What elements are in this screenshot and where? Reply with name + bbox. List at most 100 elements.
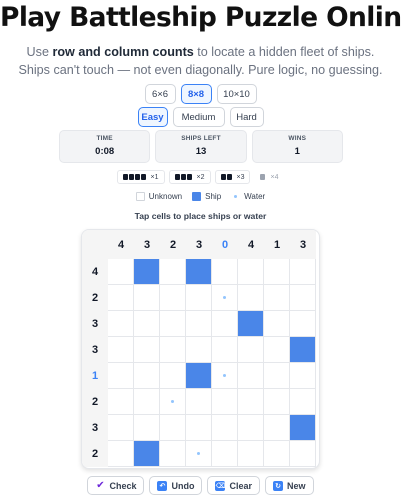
board-cell-unknown[interactable] [108,415,134,441]
board-cell-unknown[interactable] [238,441,264,467]
page-subtitle: Use row and column counts to locate a hi… [14,43,387,79]
water-dot-icon [231,192,241,201]
column-clue: 0 [212,230,238,259]
difficulty-medium-button[interactable]: Medium [172,107,225,127]
stat-wins: WINS 1 [251,130,343,163]
board-cell-unknown[interactable] [290,311,316,337]
board-cell-unknown[interactable] [264,259,290,285]
stat-time-value: 0:08 [95,146,115,157]
board-cell-ship[interactable] [290,337,316,363]
board-cell-unknown[interactable] [290,441,316,467]
board-cell-unknown[interactable] [264,337,290,363]
board-cell-unknown[interactable] [264,285,290,311]
ship-segment-icon [122,174,128,180]
board-cell-unknown[interactable] [186,337,212,363]
stat-ships-value: 13 [195,146,207,157]
board-cell-water[interactable] [160,389,186,415]
board-cell-unknown[interactable] [290,389,316,415]
column-clue: 3 [290,230,316,259]
board-cell-ship[interactable] [134,441,160,467]
row-clue: 2 [82,285,108,311]
board-cell-unknown[interactable] [186,389,212,415]
stat-ships-label: SHIPS LEFT [181,135,221,142]
board-cell-unknown[interactable] [290,285,316,311]
board-corner [82,230,108,259]
board-cell-unknown[interactable] [212,415,238,441]
board-cell-unknown[interactable] [134,285,160,311]
board-cell-unknown[interactable] [186,311,212,337]
board-cell-unknown[interactable] [160,441,186,467]
difficulty-selector: Easy Medium Hard [0,107,401,127]
board-cell-unknown[interactable] [264,389,290,415]
board-cell-unknown[interactable] [212,259,238,285]
legend-water-label: Water [244,192,266,201]
board-cell-unknown[interactable] [238,363,264,389]
board-cell-unknown[interactable] [160,337,186,363]
board-cell-unknown[interactable] [238,285,264,311]
legend-unknown-label: Unknown [148,192,183,201]
board-cell-unknown[interactable] [134,363,160,389]
column-clue: 3 [134,230,160,259]
unknown-swatch-icon [135,192,145,201]
board-cell-unknown[interactable] [264,441,290,467]
board-cell-unknown[interactable] [186,285,212,311]
board-cell-unknown[interactable] [264,363,290,389]
board-cell-unknown[interactable] [134,389,160,415]
board-cell-unknown[interactable] [108,389,134,415]
board-cell-unknown[interactable] [186,415,212,441]
board-cell-ship[interactable] [290,415,316,441]
column-clue: 4 [108,230,134,259]
fleet-count: ×1 [150,173,159,181]
board-cell-unknown[interactable] [264,415,290,441]
board-cell-unknown[interactable] [264,311,290,337]
legend-water: Water [231,192,265,201]
board-cell-unknown[interactable] [290,259,316,285]
board-cell-unknown[interactable] [108,337,134,363]
board-cell-unknown[interactable] [238,415,264,441]
board-hint: Tap cells to place ships or water [134,211,267,221]
board-cell-ship[interactable] [186,363,212,389]
fleet-tracker: ×1 ×2 ×3 ×4 [0,170,401,184]
board-cell-unknown[interactable] [134,311,160,337]
board-cell-unknown[interactable] [108,441,134,467]
check-button[interactable]: ✔ Check [87,476,145,495]
board-cell-ship[interactable] [238,311,264,337]
board-cell-ship[interactable] [186,259,212,285]
board-cell-unknown[interactable] [212,337,238,363]
board-cell-unknown[interactable] [108,259,134,285]
size-6x6-button[interactable]: 6×6 [144,84,176,104]
board-cell-unknown[interactable] [160,259,186,285]
board-cell-unknown[interactable] [160,363,186,389]
board-cell-unknown[interactable] [238,259,264,285]
board-cell-ship[interactable] [134,259,160,285]
new-game-button[interactable]: ↻ New [265,476,314,495]
clear-button[interactable]: ⌫ Clear [207,476,260,495]
board-cell-unknown[interactable] [134,415,160,441]
board-cell-water[interactable] [212,285,238,311]
board-cell-water[interactable] [186,441,212,467]
size-10x10-button[interactable]: 10×10 [216,84,257,104]
board-cell-unknown[interactable] [160,415,186,441]
legend: Unknown Ship Water [0,192,401,201]
board-cell-unknown[interactable] [290,363,316,389]
action-bar: ✔ Check ↶ Undo ⌫ Clear ↻ New [0,476,401,495]
board-cell-water[interactable] [212,363,238,389]
board-cell-unknown[interactable] [108,285,134,311]
undo-button[interactable]: ↶ Undo [149,476,203,495]
board-cell-unknown[interactable] [108,363,134,389]
size-8x8-button[interactable]: 8×8 [180,84,212,104]
board-cell-unknown[interactable] [238,389,264,415]
difficulty-easy-button[interactable]: Easy [137,107,168,127]
difficulty-hard-button[interactable]: Hard [229,107,264,127]
stat-time: TIME 0:08 [59,130,151,163]
board-cell-unknown[interactable] [160,311,186,337]
column-clue: 1 [264,230,290,259]
board-cell-unknown[interactable] [134,337,160,363]
board-cell-unknown[interactable] [212,389,238,415]
board-cell-unknown[interactable] [108,311,134,337]
board-cell-unknown[interactable] [212,311,238,337]
board-cell-unknown[interactable] [238,337,264,363]
board-cell-unknown[interactable] [212,441,238,467]
board-cell-unknown[interactable] [160,285,186,311]
fleet-ship-3: ×2 [168,170,211,184]
